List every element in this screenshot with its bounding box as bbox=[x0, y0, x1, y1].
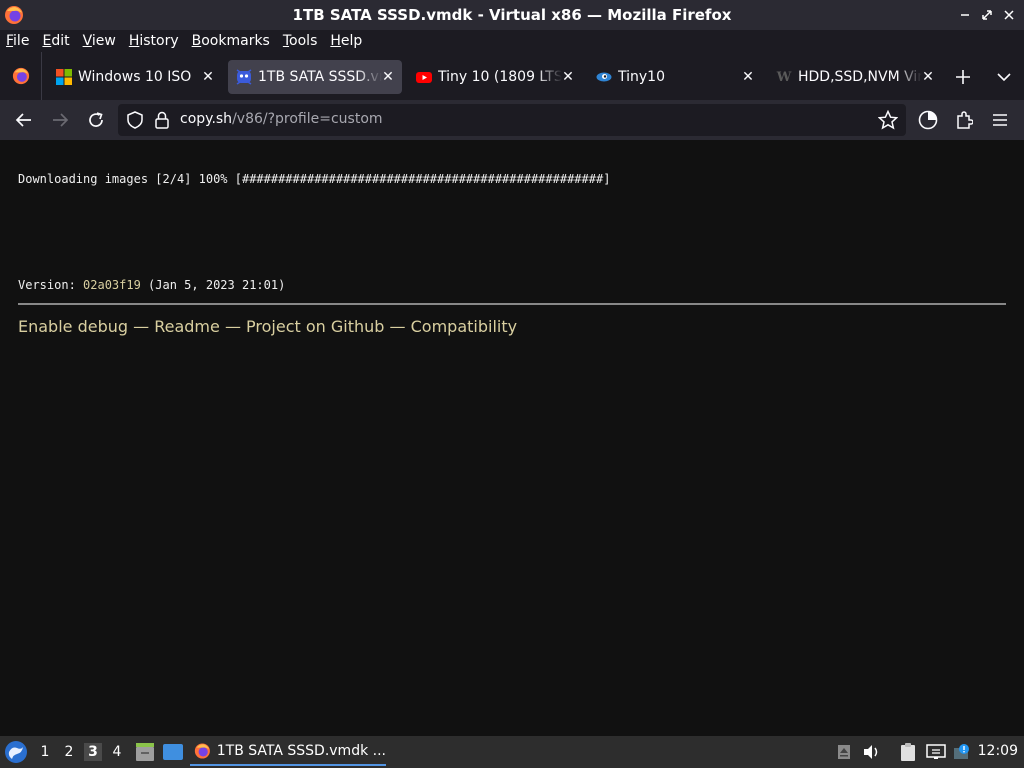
restore-button[interactable] bbox=[978, 6, 996, 24]
close-tab-icon[interactable]: ✕ bbox=[380, 69, 396, 85]
eject-icon[interactable] bbox=[834, 742, 854, 762]
windows-logo-icon bbox=[56, 69, 72, 85]
close-tab-icon[interactable]: ✕ bbox=[740, 69, 756, 85]
tab-hdd-ssd-nvm[interactable]: W HDD,SSD,NVM Virtual ✕ bbox=[768, 60, 942, 94]
url-text[interactable]: copy.sh/v86/?profile=custom bbox=[180, 111, 383, 127]
update-notifier-icon[interactable] bbox=[952, 742, 972, 762]
version-label: Version: bbox=[18, 278, 84, 292]
menu-tools[interactable]: Tools bbox=[283, 30, 318, 52]
close-tab-icon[interactable]: ✕ bbox=[200, 69, 216, 85]
compatibility-link[interactable]: Compatibility bbox=[411, 317, 517, 336]
link-separator: — bbox=[128, 317, 155, 336]
show-desktop-icon[interactable] bbox=[162, 741, 184, 763]
page-content: Downloading images [2/4] 100% [#########… bbox=[0, 140, 1024, 736]
footer-links: Enable debug — Readme — Project on Githu… bbox=[18, 317, 517, 336]
taskbar-task-firefox[interactable]: 1TB SATA SSSD.vmdk ... bbox=[190, 738, 386, 766]
volume-icon[interactable] bbox=[862, 742, 882, 762]
shield-icon[interactable] bbox=[126, 111, 144, 133]
url-host: copy.sh bbox=[180, 111, 233, 127]
forward-button[interactable] bbox=[48, 108, 72, 132]
close-tab-icon[interactable]: ✕ bbox=[920, 69, 936, 85]
w-icon: W bbox=[776, 69, 792, 85]
tiny10-icon bbox=[596, 69, 612, 85]
firefox-view-button[interactable] bbox=[0, 52, 42, 100]
tab-label: Tiny 10 (1809 LTSC bbox=[438, 69, 562, 85]
arrow-right-icon bbox=[53, 113, 69, 127]
version-hash-link[interactable]: 02a03f19 bbox=[83, 278, 141, 292]
firefox-icon bbox=[194, 743, 210, 759]
workspace-1[interactable]: 1 bbox=[36, 743, 54, 761]
close-window-button[interactable] bbox=[1000, 6, 1018, 24]
menu-help[interactable]: Help bbox=[330, 30, 362, 52]
tab-strip: Windows 10 ISO ✕ 1TB SATA SSSD.vmdk ✕ Ti… bbox=[0, 52, 1024, 100]
arrow-left-icon bbox=[15, 113, 31, 127]
horizontal-divider bbox=[18, 303, 1006, 305]
menu-history[interactable]: History bbox=[129, 30, 179, 52]
workspace-2[interactable]: 2 bbox=[60, 743, 78, 761]
readme-link[interactable]: Readme bbox=[154, 317, 220, 336]
bookmark-star-icon[interactable] bbox=[877, 109, 899, 134]
window-title: 1TB SATA SSSD.vmdk - Virtual x86 — Mozil… bbox=[292, 6, 732, 24]
new-tab-button[interactable] bbox=[952, 66, 974, 88]
tab-label: Windows 10 ISO bbox=[78, 69, 192, 85]
tab-windows-10-iso[interactable]: Windows 10 ISO ✕ bbox=[48, 60, 222, 94]
version-line: Version: 02a03f19 (Jan 5, 2023 21:01) bbox=[18, 278, 285, 292]
clipboard-icon[interactable] bbox=[898, 742, 918, 762]
clock[interactable]: 12:09 bbox=[978, 743, 1018, 759]
task-label: 1TB SATA SSSD.vmdk ... bbox=[216, 743, 386, 759]
app-menu-button[interactable] bbox=[988, 108, 1012, 132]
network-icon[interactable] bbox=[926, 742, 946, 762]
workspace-4[interactable]: 4 bbox=[108, 743, 126, 761]
extensions-button[interactable] bbox=[952, 108, 976, 132]
reload-button[interactable] bbox=[84, 108, 108, 132]
plus-icon bbox=[956, 70, 970, 84]
taskbar: 1 2 3 4 1TB SATA SSSD.vmdk ... 12:09 bbox=[0, 736, 1024, 768]
tab-label: HDD,SSD,NVM Virtual bbox=[798, 69, 922, 85]
v86-icon bbox=[236, 69, 252, 85]
hamburger-menu-icon bbox=[993, 114, 1007, 126]
tab-label: 1TB SATA SSSD.vmdk bbox=[258, 69, 382, 85]
start-menu-icon[interactable] bbox=[4, 740, 28, 764]
minimize-button[interactable] bbox=[956, 6, 974, 24]
firefox-account-button[interactable] bbox=[916, 108, 940, 132]
window-titlebar: 1TB SATA SSSD.vmdk - Virtual x86 — Mozil… bbox=[0, 0, 1024, 30]
menu-bookmarks[interactable]: Bookmarks bbox=[192, 30, 270, 52]
tab-tiny10[interactable]: Tiny10 ✕ bbox=[588, 60, 762, 94]
account-sync-icon bbox=[918, 110, 938, 130]
reload-icon bbox=[89, 112, 103, 127]
tab-tiny-10-1809[interactable]: Tiny 10 (1809 LTSC ✕ bbox=[408, 60, 582, 94]
firefox-icon bbox=[5, 6, 23, 24]
url-path: /v86/?profile=custom bbox=[232, 111, 383, 127]
back-button[interactable] bbox=[12, 108, 36, 132]
youtube-icon bbox=[416, 69, 432, 85]
firefox-icon bbox=[12, 67, 29, 85]
menu-view[interactable]: View bbox=[83, 30, 116, 52]
project-on-github-link[interactable]: Project on Github bbox=[246, 317, 384, 336]
link-separator: — bbox=[384, 317, 411, 336]
workspace-3[interactable]: 3 bbox=[84, 743, 102, 761]
download-progress-text: Downloading images [2/4] 100% [#########… bbox=[18, 172, 611, 186]
menu-edit[interactable]: Edit bbox=[42, 30, 69, 52]
url-bar[interactable]: copy.sh/v86/?profile=custom bbox=[118, 104, 906, 136]
version-date: (Jan 5, 2023 21:01) bbox=[140, 278, 286, 292]
chevron-down-icon bbox=[997, 73, 1011, 82]
tab-1tb-sata-sssd[interactable]: 1TB SATA SSSD.vmdk ✕ bbox=[228, 60, 402, 94]
enable-debug-link[interactable]: Enable debug bbox=[18, 317, 128, 336]
list-all-tabs-button[interactable] bbox=[994, 66, 1014, 88]
file-manager-icon[interactable] bbox=[134, 741, 156, 763]
tab-label: Tiny10 bbox=[618, 69, 665, 85]
puzzle-icon bbox=[957, 111, 973, 129]
close-tab-icon[interactable]: ✕ bbox=[560, 69, 576, 85]
menu-bar: File Edit View History Bookmarks Tools H… bbox=[0, 30, 1024, 52]
link-separator: — bbox=[219, 317, 247, 336]
lock-icon[interactable] bbox=[154, 111, 170, 133]
menu-file[interactable]: File bbox=[6, 30, 29, 52]
navigation-toolbar: copy.sh/v86/?profile=custom bbox=[0, 100, 1024, 140]
